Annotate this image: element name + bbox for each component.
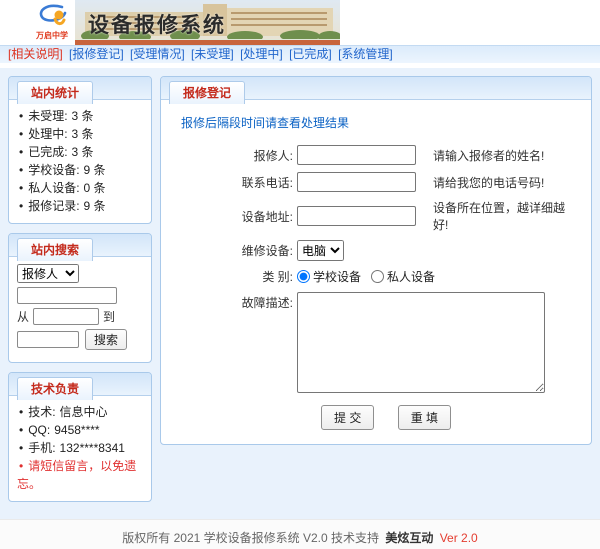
reporter-row: 报修人: 请输入报修者的姓名!	[181, 145, 577, 165]
nav-item-instructions[interactable]: [相关说明]	[8, 47, 63, 61]
stats-panel-header: 站内统计	[9, 77, 151, 100]
tech-item-qq: QQ:9458****	[17, 421, 145, 439]
description-row: 故障描述:	[181, 292, 577, 393]
reporter-input[interactable]	[297, 145, 416, 165]
category-label: 类 别:	[181, 268, 293, 285]
phone-hint: 请给我您的电话号码!	[433, 174, 544, 191]
search-panel: 站内搜索 报修人 从 到 搜索	[8, 233, 152, 363]
nav-item-unaccepted[interactable]: [未受理]	[191, 47, 234, 61]
category-option-school[interactable]: 学校设备	[297, 268, 361, 285]
category-row: 类 别: 学校设备 私人设备	[181, 268, 577, 285]
nav-item-repair-register[interactable]: [报修登记]	[69, 47, 124, 61]
repair-form-header: 报修登记	[161, 77, 591, 100]
search-keyword-input[interactable]	[17, 287, 117, 304]
tech-panel-title: 技术负责	[17, 377, 93, 400]
nav-item-in-progress[interactable]: [处理中]	[240, 47, 283, 61]
search-button[interactable]: 搜索	[85, 329, 127, 350]
location-label: 设备地址:	[181, 208, 293, 225]
page-title: 设备报修系统	[88, 9, 226, 39]
stat-item-unaccepted: 未受理:3 条	[17, 107, 145, 125]
tech-item-phone: 手机:132****8341	[17, 439, 145, 457]
search-from-label: 从	[17, 308, 29, 325]
stat-item-school-equipment: 学校设备:9 条	[17, 161, 145, 179]
category-radio-school[interactable]	[297, 270, 310, 283]
search-from-input[interactable]	[33, 308, 99, 325]
search-to-input[interactable]	[17, 331, 79, 348]
stat-item-private-equipment: 私人设备:0 条	[17, 179, 145, 197]
stats-panel-title: 站内统计	[17, 81, 93, 104]
repair-form-panel: 报修登记 报修后隔段时间请查看处理结果 报修人: 请输入报修者的姓名! 联系电话…	[160, 76, 592, 445]
category-radio-private[interactable]	[371, 270, 384, 283]
reporter-hint: 请输入报修者的姓名!	[433, 147, 544, 164]
sidebar: 站内统计 未受理:3 条 处理中:3 条 已完成:3 条 学校设备:9 条 私人…	[8, 76, 152, 511]
device-label: 维修设备:	[181, 242, 293, 259]
search-field-select[interactable]: 报修人	[17, 264, 79, 283]
reset-button[interactable]: 重 填	[398, 405, 451, 430]
footer: 版权所有 2021 学校设备报修系统 V2.0 技术支持 美炫互动 Ver 2.…	[0, 519, 600, 549]
phone-label: 联系电话:	[181, 174, 293, 191]
search-panel-header: 站内搜索	[9, 234, 151, 257]
search-to-label: 到	[103, 308, 115, 325]
footer-copyright: 版权所有 2021 学校设备报修系统 V2.0 技术支持	[122, 531, 379, 545]
reporter-label: 报修人:	[181, 147, 293, 164]
stat-item-completed: 已完成:3 条	[17, 143, 145, 161]
search-panel-title: 站内搜索	[17, 238, 93, 261]
site-logo: 万启中学	[26, 3, 78, 41]
content-area: 站内统计 未受理:3 条 处理中:3 条 已完成:3 条 学校设备:9 条 私人…	[0, 68, 600, 519]
nav-item-completed[interactable]: [已完成]	[289, 47, 332, 61]
device-row: 维修设备: 电脑	[181, 240, 577, 261]
submit-button[interactable]: 提 交	[321, 405, 374, 430]
tech-list: 技术:信息中心 QQ:9458**** 手机:132****8341 请短信留言…	[17, 403, 145, 493]
header: 万启中学 设备报修系统	[0, 0, 600, 45]
tech-panel-header: 技术负责	[9, 373, 151, 396]
repair-form-tab: 报修登记	[169, 81, 245, 104]
footer-company: 美炫互动	[385, 531, 433, 545]
nav-item-acceptance-status[interactable]: [受理情况]	[130, 47, 185, 61]
stats-list: 未受理:3 条 处理中:3 条 已完成:3 条 学校设备:9 条 私人设备:0 …	[17, 107, 145, 215]
description-label: 故障描述:	[181, 292, 293, 311]
location-hint: 设备所在位置，越详细越好!	[433, 199, 577, 233]
tech-warning-note: 请短信留言，以免遗忘。	[17, 457, 145, 493]
tech-panel: 技术负责 技术:信息中心 QQ:9458**** 手机:132****8341 …	[8, 372, 152, 502]
phone-input[interactable]	[297, 172, 416, 192]
repair-notice: 报修后隔段时间请查看处理结果	[181, 114, 577, 131]
location-input[interactable]	[297, 206, 416, 226]
device-select[interactable]: 电脑	[297, 240, 344, 261]
main-nav: [相关说明] [报修登记] [受理情况] [未受理] [处理中] [已完成] […	[0, 45, 600, 63]
nav-item-system-admin[interactable]: [系统管理]	[338, 47, 393, 61]
phone-row: 联系电话: 请给我您的电话号码!	[181, 172, 577, 192]
description-textarea[interactable]	[297, 292, 545, 393]
category-option-private[interactable]: 私人设备	[371, 268, 435, 285]
location-row: 设备地址: 设备所在位置，越详细越好!	[181, 199, 577, 233]
stat-item-repair-records: 报修记录:9 条	[17, 197, 145, 215]
form-buttons: 提 交 重 填	[321, 405, 577, 430]
stat-item-in-progress: 处理中:3 条	[17, 125, 145, 143]
tech-item-department: 技术:信息中心	[17, 403, 145, 421]
footer-version: Ver 2.0	[440, 531, 478, 545]
stats-panel: 站内统计 未受理:3 条 处理中:3 条 已完成:3 条 学校设备:9 条 私人…	[8, 76, 152, 224]
